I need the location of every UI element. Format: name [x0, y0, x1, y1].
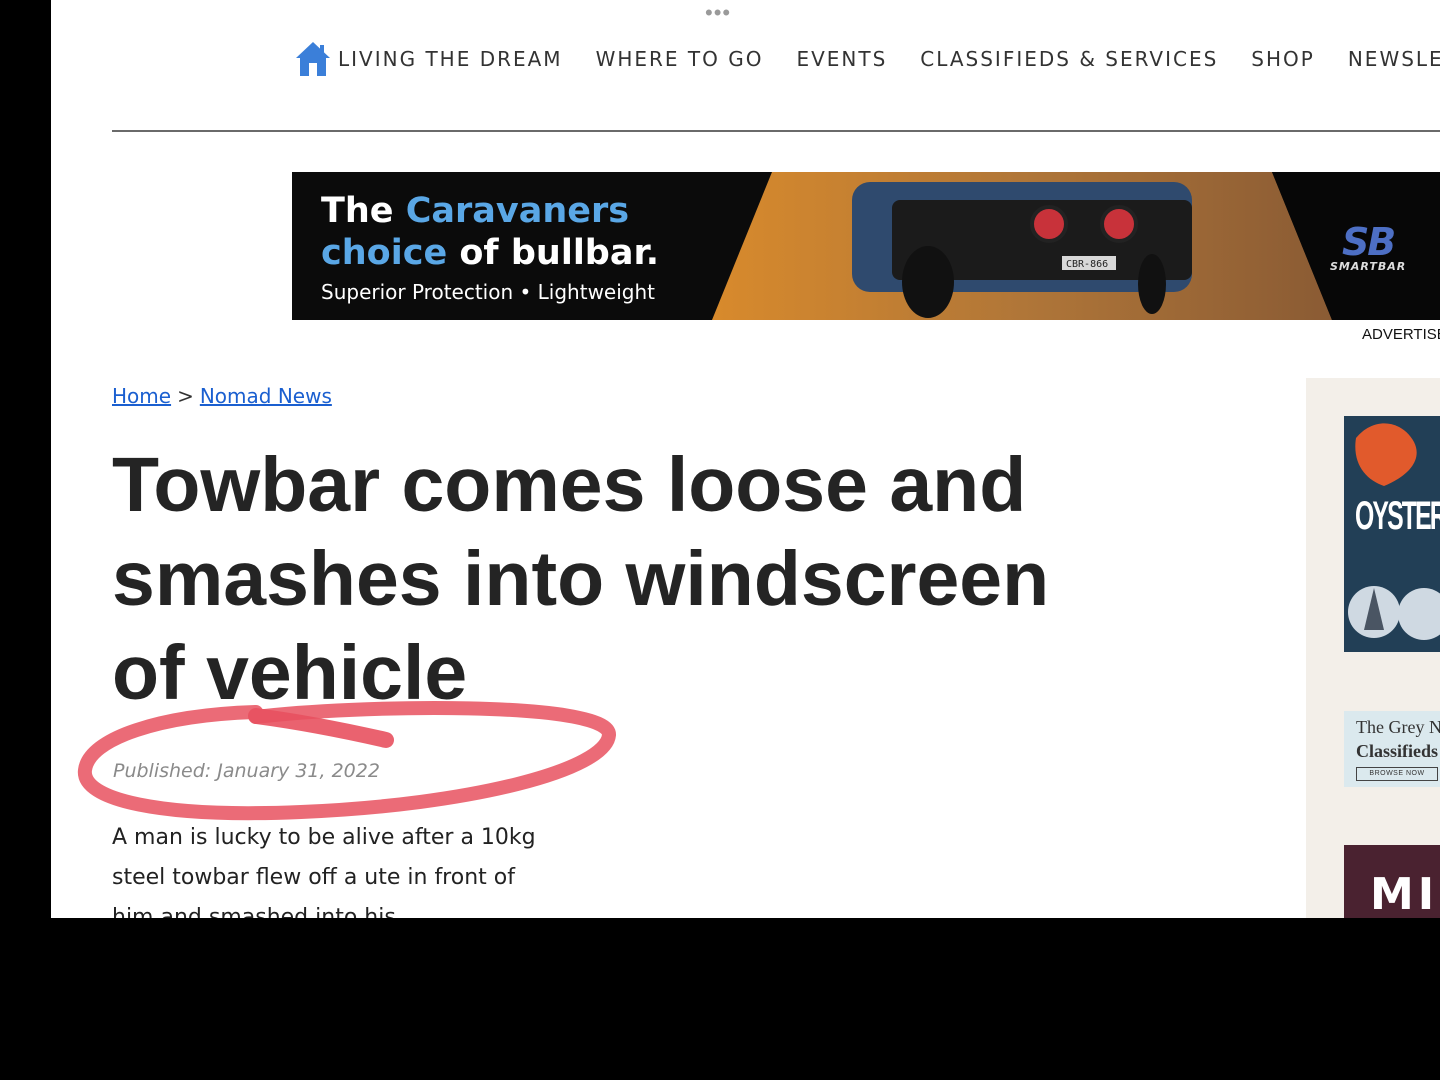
more-options-icon[interactable]: •••	[705, 2, 731, 24]
article-title: Towbar comes loose and smashes into wind…	[112, 442, 1050, 716]
grey-nomads-classifieds-ad[interactable]: The Grey N Classifieds BROWSE NOW	[1344, 711, 1440, 787]
breadcrumb-separator: >	[177, 384, 194, 408]
breadcrumb-nomad-news-link[interactable]: Nomad News	[200, 384, 332, 408]
nav-events[interactable]: EVENTS	[796, 38, 887, 80]
classifieds-ad-line-1: The Grey N	[1356, 717, 1440, 737]
ad-line-2: choice of bullbar.	[321, 233, 660, 273]
article-body: A man is lucky to be alive after a 10kg …	[112, 825, 536, 918]
nav-where-to-go[interactable]: WHERE TO GO	[596, 38, 764, 80]
top-navigation: LIVING THE DREAM WHERE TO GO EVENTS CLAS…	[294, 38, 1440, 80]
browse-now-button[interactable]: BROWSE NOW	[1356, 767, 1438, 781]
nav-classifieds-services[interactable]: CLASSIFIEDS & SERVICES	[920, 38, 1218, 80]
breadcrumb-home-link[interactable]: Home	[112, 384, 171, 408]
bullbar-ad-banner[interactable]: CBR-866 The Caravaners choice of bullbar…	[292, 172, 1440, 320]
maroon-sidebar-ad[interactable]: MI	[1344, 845, 1440, 918]
oyster-ad-text: OYSTER	[1355, 494, 1440, 538]
classifieds-ad-line-2: Classifieds	[1356, 741, 1439, 761]
breadcrumb: Home > Nomad News	[112, 384, 332, 408]
browser-viewport: ••• LIVING THE DREAM WHERE TO GO EVENTS …	[51, 0, 1440, 918]
published-date: Published: January 31, 2022	[113, 760, 380, 782]
nav-shop[interactable]: SHOP	[1251, 38, 1315, 80]
oyster-fest-ad[interactable]: OYSTER	[1344, 416, 1440, 652]
ad-tagline: Superior Protection • Lightweight	[321, 280, 656, 304]
nav-living-the-dream[interactable]: LIVING THE DREAM	[338, 38, 563, 80]
nav-newsletter[interactable]: NEWSLET	[1348, 38, 1440, 80]
home-icon[interactable]	[294, 39, 332, 79]
licence-plate: CBR-866	[1066, 259, 1108, 270]
ad-headline: The Caravaners choice of bullbar. Superi…	[321, 190, 659, 304]
smartbar-logo: SB SMARTBAR	[1330, 220, 1407, 273]
advertisement-label: ADVERTISE	[1362, 326, 1440, 343]
sidebar: OYSTER The Grey N Classifieds BROWSE NOW…	[1306, 378, 1440, 918]
ad-line-1: The Caravaners	[321, 191, 630, 231]
header-divider	[112, 130, 1440, 132]
maroon-ad-text: MI	[1370, 869, 1439, 918]
